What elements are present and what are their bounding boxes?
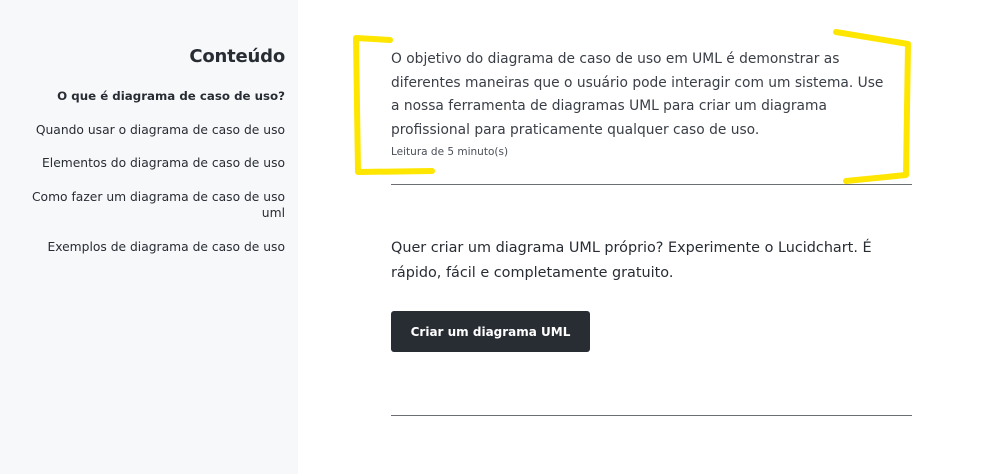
toc-item-o-que-e[interactable]: O que é diagrama de caso de uso? [15, 88, 285, 104]
divider-bottom [391, 415, 912, 416]
toc-item-elementos[interactable]: Elementos do diagrama de caso de uso [15, 155, 285, 171]
intro-paragraph: O objetivo do diagrama de caso de uso em… [391, 51, 884, 138]
table-of-contents-sidebar: Conteúdo O que é diagrama de caso de uso… [0, 0, 298, 474]
cta-text: Quer criar um diagrama UML próprio? Expe… [391, 240, 872, 281]
create-uml-diagram-button[interactable]: Criar um diagrama UML [391, 311, 590, 352]
toc-item-como-fazer[interactable]: Como fazer um diagrama de caso de uso um… [23, 189, 285, 221]
main-content: O objetivo do diagrama de caso de uso em… [298, 0, 995, 474]
divider [391, 184, 912, 185]
read-time-label: Leitura de 5 minuto(s) [391, 146, 509, 158]
toc-title: Conteúdo [189, 46, 285, 67]
toc-item-quando-usar[interactable]: Quando usar o diagrama de caso de uso [15, 122, 285, 138]
page: Conteúdo O que é diagrama de caso de uso… [0, 0, 995, 474]
toc-item-exemplos[interactable]: Exemplos de diagrama de caso de uso [15, 239, 285, 255]
